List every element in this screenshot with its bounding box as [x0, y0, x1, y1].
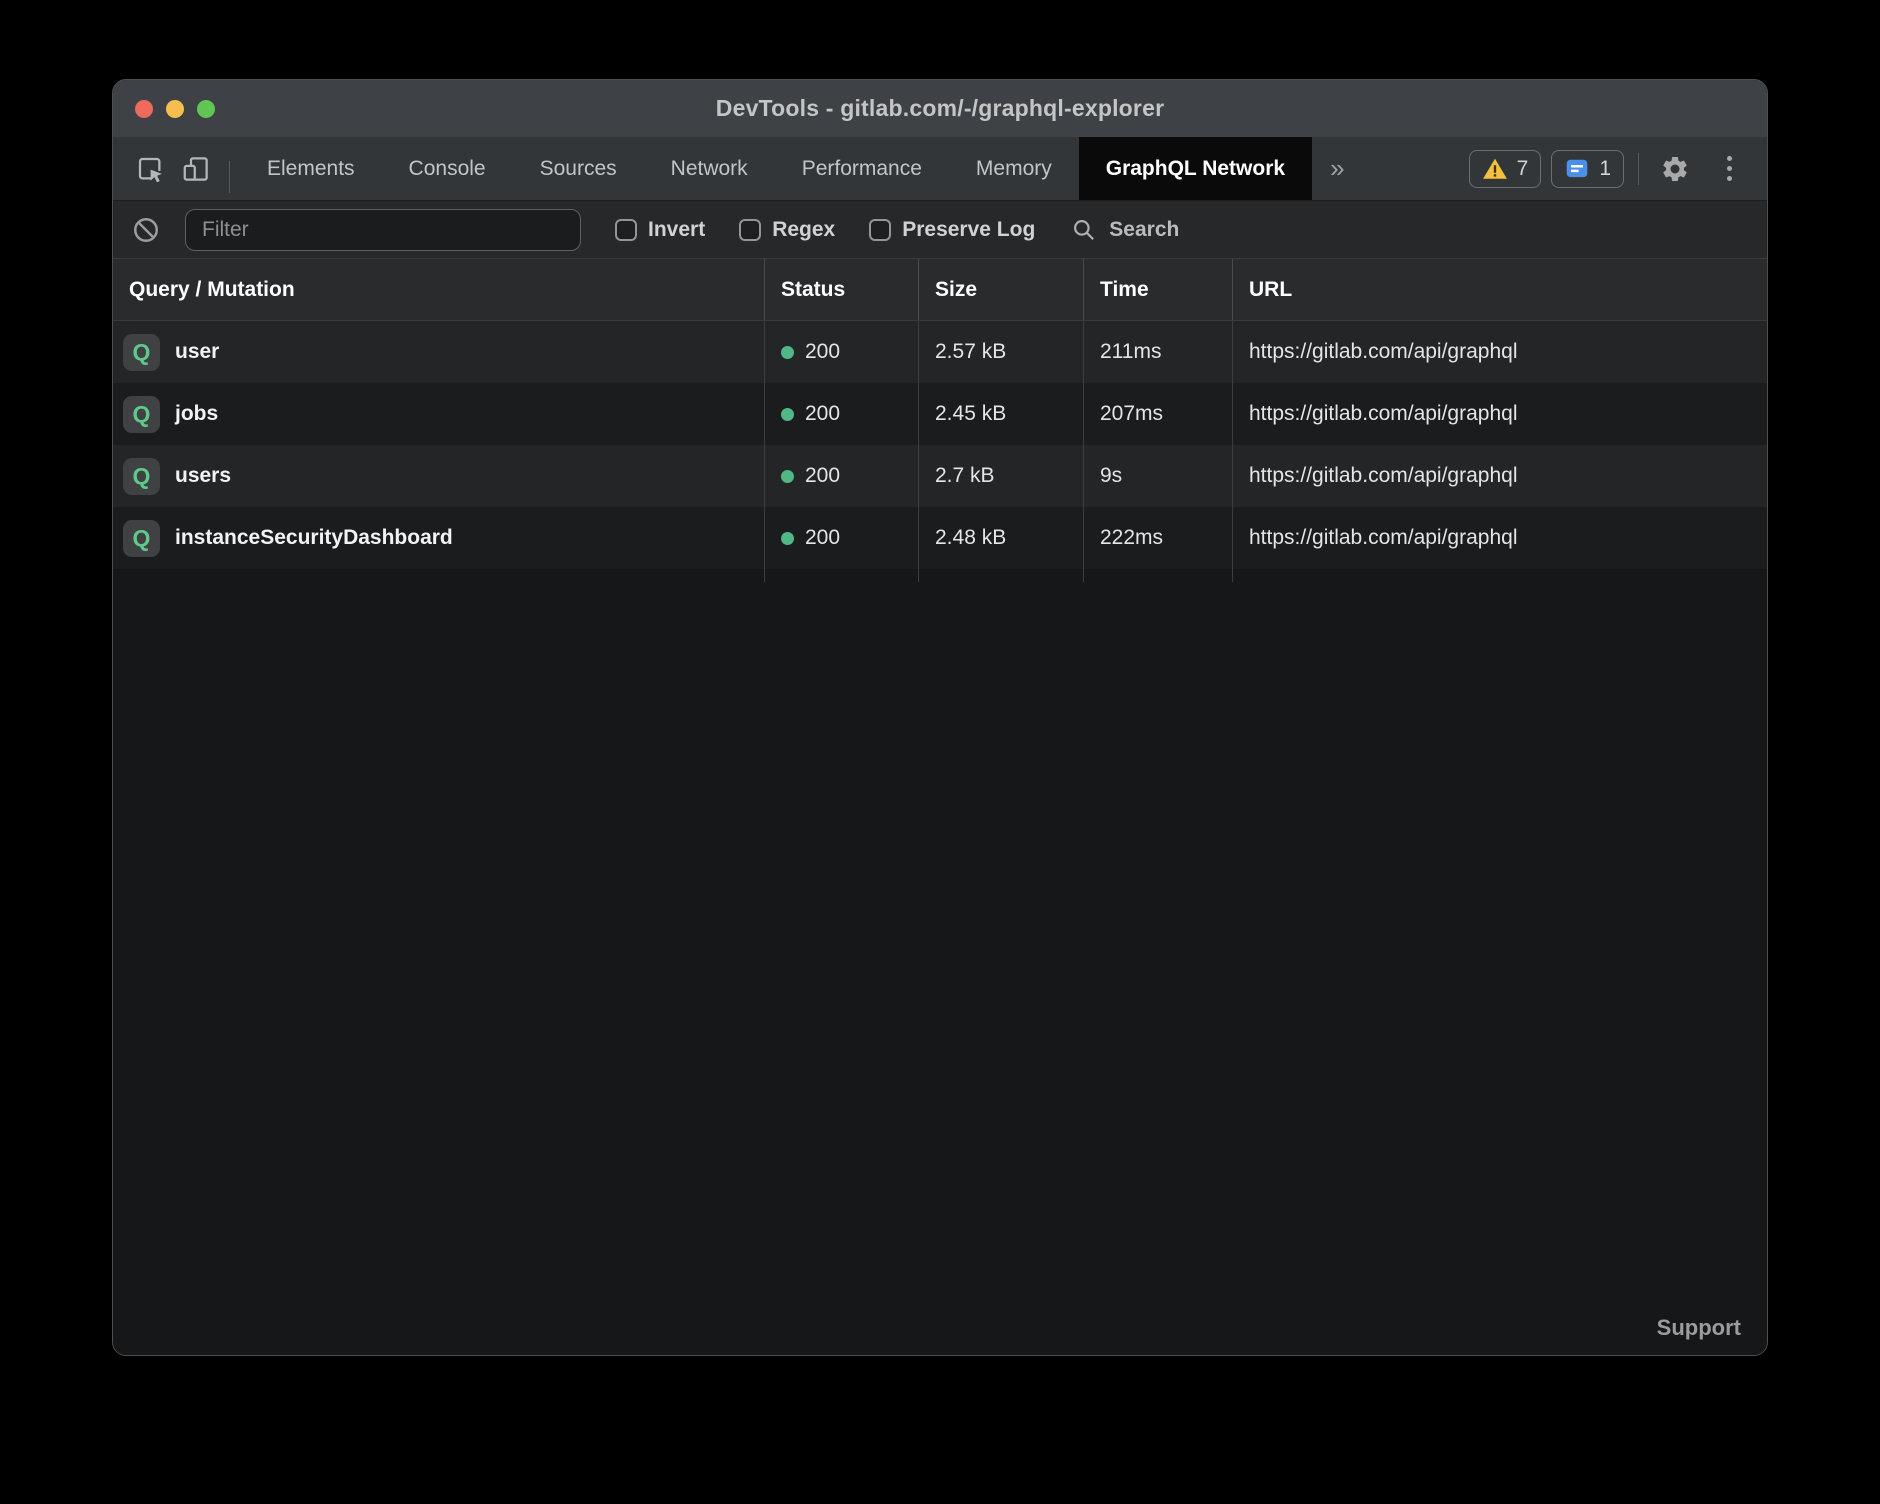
toolbar-divider: [229, 161, 230, 193]
tab-graphql-network[interactable]: GraphQL Network: [1079, 137, 1312, 200]
column-header-size[interactable]: Size: [919, 259, 1084, 320]
regex-filter-group: Regex: [739, 218, 835, 242]
table-row[interactable]: Q jobs 200 2.45 kB 207ms https://gitlab.…: [113, 383, 1767, 445]
status-dot: [781, 532, 794, 545]
tab-console[interactable]: Console: [382, 137, 513, 200]
url-text: https://gitlab.com/api/graphql: [1233, 321, 1767, 383]
search-label: Search: [1109, 218, 1179, 242]
inspect-element-icon[interactable]: [127, 146, 173, 192]
status-text: 200: [805, 340, 840, 364]
preserve-log-group: Preserve Log: [869, 218, 1035, 242]
issues-badge[interactable]: 1: [1551, 150, 1624, 188]
title-bar: DevTools - gitlab.com/-/graphql-explorer: [113, 80, 1767, 137]
query-name: users: [175, 464, 231, 488]
query-name: user: [175, 340, 219, 364]
column-header-query-mutation[interactable]: Query / Mutation: [113, 259, 765, 320]
tab-sources[interactable]: Sources: [513, 137, 644, 200]
time-text: 207ms: [1084, 383, 1233, 445]
toolbar-right-icons: 7 1: [1469, 137, 1767, 200]
url-text: https://gitlab.com/api/graphql: [1233, 445, 1767, 507]
zoom-window-button[interactable]: [197, 100, 215, 118]
filter-bar: Invert Regex Preserve Log Search: [113, 201, 1767, 259]
query-name: instanceSecurityDashboard: [175, 526, 453, 550]
search-control[interactable]: Search: [1071, 217, 1179, 243]
regex-label: Regex: [772, 218, 835, 242]
size-text: 2.57 kB: [919, 321, 1084, 383]
query-type-badge: Q: [123, 334, 160, 371]
window-title: DevTools - gitlab.com/-/graphql-explorer: [716, 95, 1164, 122]
query-type-badge: Q: [123, 520, 160, 557]
size-text: 2.48 kB: [919, 507, 1084, 569]
invert-filter-group: Invert: [615, 218, 705, 242]
url-text: https://gitlab.com/api/graphql: [1233, 383, 1767, 445]
table-row[interactable]: Q users 200 2.7 kB 9s https://gitlab.com…: [113, 445, 1767, 507]
issues-message-icon: [1564, 156, 1590, 182]
devtools-window: DevTools - gitlab.com/-/graphql-explorer…: [112, 79, 1768, 1356]
query-type-badge: Q: [123, 458, 160, 495]
time-text: 222ms: [1084, 507, 1233, 569]
table-header: Query / Mutation Status Size Time URL: [113, 259, 1767, 321]
column-header-url[interactable]: URL: [1233, 259, 1767, 320]
column-header-time[interactable]: Time: [1084, 259, 1233, 320]
column-divider-stubs: [113, 569, 1767, 582]
tab-network[interactable]: Network: [644, 137, 775, 200]
status-dot: [781, 408, 794, 421]
column-header-status[interactable]: Status: [765, 259, 919, 320]
search-icon: [1071, 217, 1097, 243]
toolbar-divider: [1638, 153, 1639, 185]
more-tabs-chevron-icon[interactable]: »: [1312, 137, 1362, 200]
toolbar-left-icons: [113, 137, 240, 200]
query-name: jobs: [175, 402, 218, 426]
close-window-button[interactable]: [135, 100, 153, 118]
warnings-badge[interactable]: 7: [1469, 150, 1542, 188]
devtools-toolbar: Elements Console Sources Network Perform…: [113, 137, 1767, 201]
regex-checkbox[interactable]: [739, 219, 761, 241]
device-toolbar-icon[interactable]: [173, 146, 219, 192]
time-text: 211ms: [1084, 321, 1233, 383]
query-type-badge: Q: [123, 396, 160, 433]
status-text: 200: [805, 464, 840, 488]
preserve-log-checkbox[interactable]: [869, 219, 891, 241]
clear-log-block-icon[interactable]: [129, 213, 163, 247]
support-link[interactable]: Support: [1657, 1315, 1741, 1341]
table-row[interactable]: Q instanceSecurityDashboard 200 2.48 kB …: [113, 507, 1767, 569]
url-text: https://gitlab.com/api/graphql: [1233, 507, 1767, 569]
size-text: 2.7 kB: [919, 445, 1084, 507]
traffic-lights: [135, 80, 215, 137]
invert-label: Invert: [648, 218, 705, 242]
more-options-kebab-icon[interactable]: [1707, 147, 1751, 191]
preserve-log-label: Preserve Log: [902, 218, 1035, 242]
issues-count: 1: [1599, 157, 1611, 181]
tab-strip: Elements Console Sources Network Perform…: [240, 137, 1363, 200]
tab-memory[interactable]: Memory: [949, 137, 1079, 200]
warnings-count: 7: [1517, 157, 1529, 181]
tab-performance[interactable]: Performance: [775, 137, 949, 200]
status-dot: [781, 346, 794, 359]
minimize-window-button[interactable]: [166, 100, 184, 118]
empty-content-area: Support: [113, 582, 1767, 1355]
invert-checkbox[interactable]: [615, 219, 637, 241]
time-text: 9s: [1084, 445, 1233, 507]
table-row[interactable]: Q user 200 2.57 kB 211ms https://gitlab.…: [113, 321, 1767, 383]
size-text: 2.45 kB: [919, 383, 1084, 445]
settings-gear-icon[interactable]: [1653, 147, 1697, 191]
status-dot: [781, 470, 794, 483]
tab-elements[interactable]: Elements: [240, 137, 382, 200]
status-text: 200: [805, 402, 840, 426]
warning-triangle-icon: [1482, 156, 1508, 182]
filter-input[interactable]: [185, 209, 581, 251]
status-text: 200: [805, 526, 840, 550]
